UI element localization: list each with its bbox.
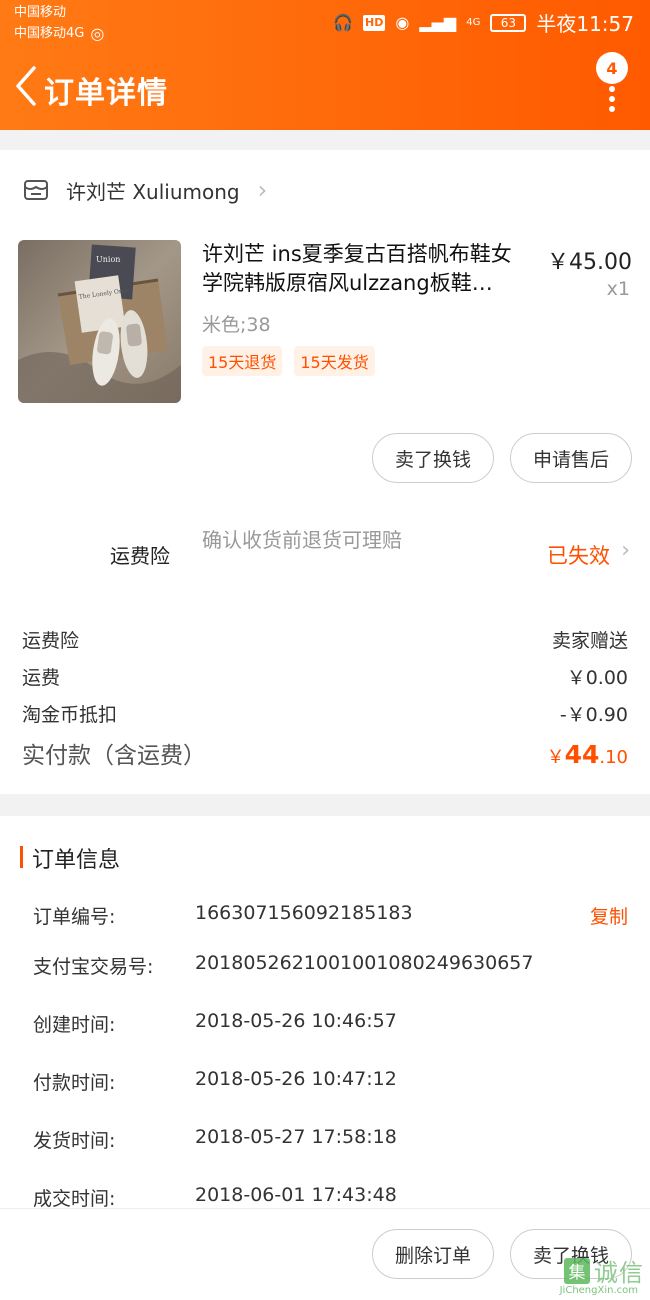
product-sku: 米色;38 [202,314,271,336]
signal-icon: ▂▄▆ [419,12,457,32]
carrier-1: 中国移动 [14,5,67,20]
header: 中国移动 中国移动4G ◎ 🎧 HD ◉ ▂▄▆ 4G 63 半夜11:57 订… [0,0,650,130]
total-decimal: .10 [599,747,628,768]
fee-value: ￥0.00 [566,667,628,689]
info-value: 2018-06-01 17:43:48 [195,1184,397,1206]
hd-icon: HD [363,14,386,31]
info-key: 创建时间: [33,1014,116,1036]
book-title-1: Union [96,255,120,264]
product-image[interactable]: Union The Lonely Ones [18,240,181,403]
more-vertical-icon [609,86,615,116]
tag-return: 15天退货 [202,346,283,376]
info-value: 2018-05-26 10:46:57 [195,1010,397,1032]
section-title: 订单信息 [32,848,121,873]
notification-badge: 4 [596,52,628,84]
info-key: 发货时间: [33,1130,116,1152]
total-label: 实付款（含运费） [22,743,206,769]
info-value: 2018-05-27 17:58:18 [195,1126,397,1148]
fee-row-shipping: 运费 ￥0.00 [22,663,628,690]
order-item-card: 许刘芒 Xuliumong › Union The Lonely Ones 许刘… [0,150,650,794]
more-menu-button[interactable]: 4 [596,48,632,112]
page-title: 订单详情 [44,76,168,111]
total-row: 实付款（含运费） ￥44.10 [22,736,628,770]
nav-bar: 订单详情 4 [0,44,650,130]
fee-value: 卖家赠送 [551,630,628,652]
tag-shipping: 15天发货 [294,346,375,376]
service-tags: 15天退货 15天发货 [202,346,375,376]
insurance-description: 确认收货前退货可理赔 [202,528,402,552]
chevron-left-icon [16,66,36,106]
product-title[interactable]: 许刘芒 ins夏季复古百搭帆布鞋女学院韩版原宿风ulzzang板鞋… [202,240,532,298]
apply-after-sale-button[interactable]: 申请售后 [509,433,632,483]
info-key: 支付宝交易号: [33,956,154,978]
fee-label: 淘金币抵扣 [22,704,118,726]
carrier-info: 中国移动 中国移动4G ◎ [14,4,104,46]
status-bar: 中国移动 中国移动4G ◎ 🎧 HD ◉ ▂▄▆ 4G 63 半夜11:57 [0,0,650,44]
fee-value: -￥0.90 [559,704,628,726]
info-key: 订单编号: [33,906,116,928]
fee-row-insurance: 运费险 卖家赠送 [22,626,628,653]
info-key: 付款时间: [33,1072,116,1094]
shop-icon [24,180,48,200]
info-value: 2018-05-26 10:47:12 [195,1068,397,1090]
info-value: 166307156092185183 [195,902,413,924]
chevron-right-icon: › [257,176,268,204]
data-usage-icon: ◎ [90,24,105,43]
shipping-insurance-row[interactable]: 运费险 确认收货前退货可理赔 已失效 › [0,522,650,582]
shop-name: 许刘芒 Xuliumong [66,179,240,204]
eye-icon: ◉ [395,12,410,32]
insurance-status: 已失效 [547,544,610,568]
insurance-label: 运费险 [110,544,170,568]
watermark: 集 诚信 [564,1253,644,1288]
product-price: ￥45.00 [547,250,632,275]
info-key: 成交时间: [33,1188,116,1210]
watermark-text: 诚信 [594,1259,644,1287]
section-accent-bar [20,846,23,868]
shop-row[interactable]: 许刘芒 Xuliumong › [0,150,650,230]
carrier-2: 中国移动4G [14,26,85,41]
sell-for-cash-button[interactable]: 卖了换钱 [371,433,494,483]
bottom-action-bar: 删除订单 卖了换钱 集 诚信 JiChengXin.com [0,1208,650,1300]
watermark-url: JiChengXin.com [559,1285,638,1296]
delete-order-button[interactable]: 删除订单 [371,1229,494,1279]
battery-icon: 63 [490,13,527,32]
fee-label: 运费 [22,667,61,689]
fee-row-coin: 淘金币抵扣 -￥0.90 [22,700,628,727]
total-amount: ￥44.10 [547,740,628,769]
product-photo: Union The Lonely Ones [18,240,181,403]
product-quantity: x1 [606,278,630,300]
signal-4g-icon: 4G [466,16,481,28]
total-integer: 44 [564,740,600,769]
item-actions: 卖了换钱 申请售后 [371,433,632,483]
back-button[interactable] [6,62,46,110]
fee-label: 运费险 [22,630,80,652]
watermark-logo: 集 [564,1257,590,1284]
info-value: 2018052621001001080249630657 [195,952,534,974]
total-currency: ￥ [546,747,565,768]
clock: 半夜11:57 [536,12,634,36]
chevron-right-icon: › [621,538,630,563]
headphones-icon: 🎧 [333,12,353,32]
copy-button[interactable]: 复制 [590,902,628,929]
